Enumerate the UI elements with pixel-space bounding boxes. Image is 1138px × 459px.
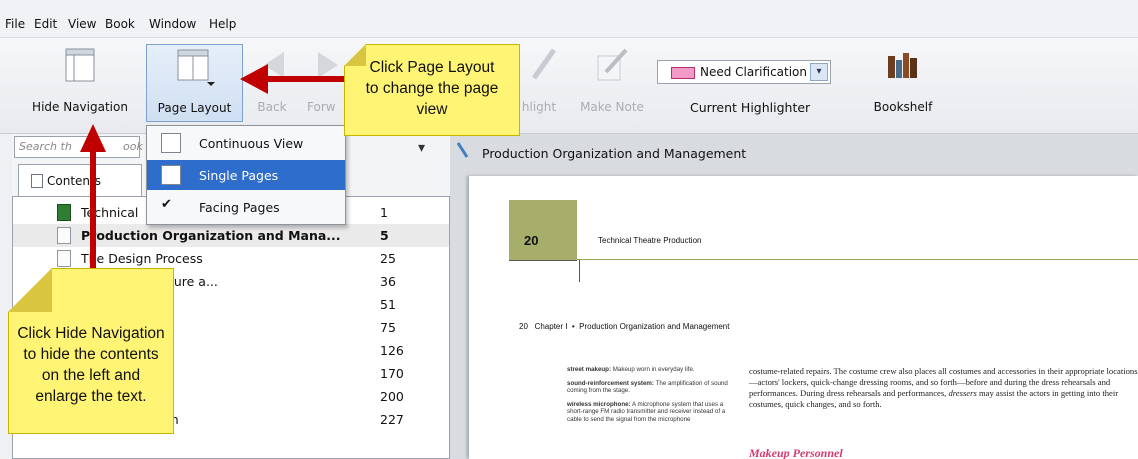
callout-text-line: enlarge the text. [35,388,147,405]
callout-text-line: to change the page [365,80,499,97]
callout-text-line: Click Page Layout [369,59,495,76]
arrow-head-up [80,124,106,152]
arrow-to-page-layout [240,64,345,94]
callout-text-line: view [416,101,448,118]
callout-text-line: Click Hide Navigation [17,325,165,342]
app-window: { "menu": ["File","Edit","View","Book","… [0,0,1138,459]
callout-text-line: on the left and [41,367,141,384]
arrow-head-left [240,64,268,94]
arrow-shaft-horizontal [265,76,345,82]
callout-fold-corner [8,268,52,312]
callout-fold-corner [344,44,366,66]
page-layout-callout: Click Page Layout to change the page view [344,44,520,136]
callout-text-line: to hide the contents [23,346,159,363]
